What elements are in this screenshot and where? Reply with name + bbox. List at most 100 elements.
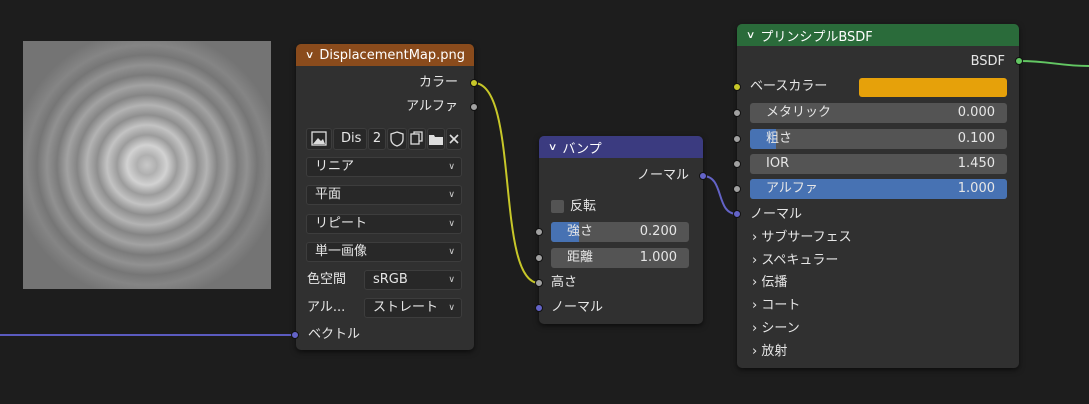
bump-node-title: バンプ: [562, 141, 602, 157]
output-alpha-socket[interactable]: [470, 103, 478, 111]
unlink-button[interactable]: [446, 128, 462, 150]
strength-field[interactable]: 強さ 0.200: [551, 222, 689, 242]
close-icon: [449, 134, 459, 144]
panel-label: 放射: [761, 344, 788, 359]
principled-bsdf-node[interactable]: ∨ プリンシプルBSDF BSDF ベースカラー メタリック 0.000 粗さ …: [737, 24, 1019, 368]
base-color-label: ベースカラー: [750, 79, 828, 94]
bump-node[interactable]: ∨ バンプ ノーマル 反転 強さ 0.200 距離 1.000 高さ ノーマル: [539, 136, 703, 324]
distance-field[interactable]: 距離 1.000: [551, 248, 689, 268]
chevron-down-icon: ∨: [448, 247, 455, 257]
metallic-value: 0.000: [957, 105, 995, 120]
chevron-down-icon: ∨: [448, 303, 455, 313]
height-socket[interactable]: [535, 279, 543, 287]
bump-input-normal-socket[interactable]: [535, 304, 543, 312]
distance-socket[interactable]: [535, 254, 543, 262]
image-preview: [23, 41, 271, 289]
colorspace-label: 色空間: [307, 272, 347, 287]
alpha-field[interactable]: アルファ 1.000: [750, 179, 1007, 199]
output-color-socket[interactable]: [470, 79, 478, 87]
duplicate-button[interactable]: [408, 128, 426, 150]
input-vector-socket[interactable]: [291, 331, 299, 339]
base-color-swatch[interactable]: [859, 78, 1007, 97]
chevron-right-icon: ›: [752, 344, 758, 359]
output-bsdf-socket[interactable]: [1015, 57, 1023, 65]
bsdf-input-normal-socket[interactable]: [733, 210, 741, 218]
input-normal-label: ノーマル: [750, 207, 803, 222]
panel-label: コート: [761, 298, 801, 313]
panel-emission[interactable]: › 放射: [752, 342, 787, 362]
image-browse-button[interactable]: [306, 128, 332, 150]
panel-subsurface[interactable]: › サブサーフェス: [752, 228, 852, 248]
image-name: Dis: [341, 131, 362, 146]
bump-node-header[interactable]: ∨ バンプ: [539, 136, 703, 158]
base-color-socket[interactable]: [733, 83, 741, 91]
projection-dropdown[interactable]: 平面 ∨: [306, 185, 462, 205]
bsdf-node-title: プリンシプルBSDF: [760, 29, 873, 45]
roughness-field[interactable]: 粗さ 0.100: [750, 129, 1007, 149]
chevron-down-icon: ∨: [448, 275, 455, 285]
image-icon: [311, 131, 327, 146]
ior-socket[interactable]: [733, 160, 741, 168]
extension-dropdown[interactable]: リピート ∨: [306, 214, 462, 234]
chevron-right-icon: ›: [752, 275, 758, 290]
projection-value: 平面: [315, 187, 342, 202]
panel-label: サブサーフェス: [761, 230, 852, 245]
distance-value: 1.000: [639, 250, 677, 265]
ior-label: IOR: [766, 156, 790, 171]
alpha-value: 1.000: [957, 181, 995, 196]
folder-icon: [429, 135, 443, 145]
output-color-label: カラー: [418, 75, 458, 90]
extension-value: リピート: [315, 216, 368, 231]
metallic-label: メタリック: [766, 105, 832, 120]
interpolation-dropdown[interactable]: リニア ∨: [306, 157, 462, 177]
ior-field[interactable]: IOR 1.450: [750, 154, 1007, 174]
chevron-down-icon[interactable]: ∨: [746, 30, 756, 41]
alpha-mode-value: ストレート: [373, 300, 439, 315]
panel-label: 伝播: [761, 275, 788, 290]
strength-value: 0.200: [639, 224, 677, 239]
alpha-socket[interactable]: [733, 185, 741, 193]
invert-label: 反転: [570, 199, 597, 214]
metallic-field[interactable]: メタリック 0.000: [750, 103, 1007, 123]
input-normal-label: ノーマル: [551, 300, 604, 315]
panel-transmission[interactable]: › 伝播: [752, 273, 787, 293]
chevron-down-icon: ∨: [448, 219, 455, 229]
chevron-right-icon: ›: [752, 321, 758, 336]
output-alpha-label: アルファ: [406, 99, 458, 114]
link-bsdf-out: [1018, 60, 1089, 67]
chevron-down-icon[interactable]: ∨: [548, 142, 558, 153]
image-node-title: DisplacementMap.png: [319, 47, 466, 63]
bsdf-node-header[interactable]: ∨ プリンシプルBSDF: [737, 24, 1019, 46]
panel-sheen[interactable]: › シーン: [752, 319, 800, 339]
chevron-right-icon: ›: [752, 253, 758, 268]
fake-user-button[interactable]: [387, 128, 407, 150]
colorspace-dropdown[interactable]: sRGB ∨: [364, 270, 462, 290]
strength-socket[interactable]: [535, 228, 543, 236]
chevron-down-icon: ∨: [448, 190, 455, 200]
ior-value: 1.450: [957, 156, 995, 171]
chevron-right-icon: ›: [752, 298, 758, 313]
image-name-field[interactable]: Dis: [333, 128, 367, 150]
image-node-header[interactable]: ∨ DisplacementMap.png: [296, 44, 474, 66]
users-count-label: 2: [372, 131, 382, 146]
source-dropdown[interactable]: 単一画像 ∨: [306, 242, 462, 262]
panel-specular[interactable]: › スペキュラー: [752, 251, 838, 271]
output-bsdf-label: BSDF: [970, 54, 1005, 69]
panel-coat[interactable]: › コート: [752, 296, 800, 316]
link-normal-to-normal: [702, 175, 738, 215]
invert-checkbox[interactable]: [551, 200, 564, 213]
interpolation-value: リニア: [315, 159, 355, 174]
users-count[interactable]: 2: [368, 128, 386, 150]
open-folder-button[interactable]: [427, 128, 445, 150]
roughness-value: 0.100: [957, 131, 995, 146]
chevron-down-icon: ∨: [448, 162, 455, 172]
chevron-down-icon[interactable]: ∨: [305, 50, 315, 61]
image-texture-node[interactable]: ∨ DisplacementMap.png カラー アルファ Dis 2 リニア…: [296, 44, 474, 350]
bump-output-normal-socket[interactable]: [699, 172, 707, 180]
strength-label: 強さ: [567, 224, 594, 239]
roughness-socket[interactable]: [733, 135, 741, 143]
output-normal-label: ノーマル: [636, 168, 689, 183]
metallic-socket[interactable]: [733, 109, 741, 117]
input-height-label: 高さ: [551, 275, 578, 290]
alpha-mode-dropdown[interactable]: ストレート ∨: [364, 298, 462, 318]
